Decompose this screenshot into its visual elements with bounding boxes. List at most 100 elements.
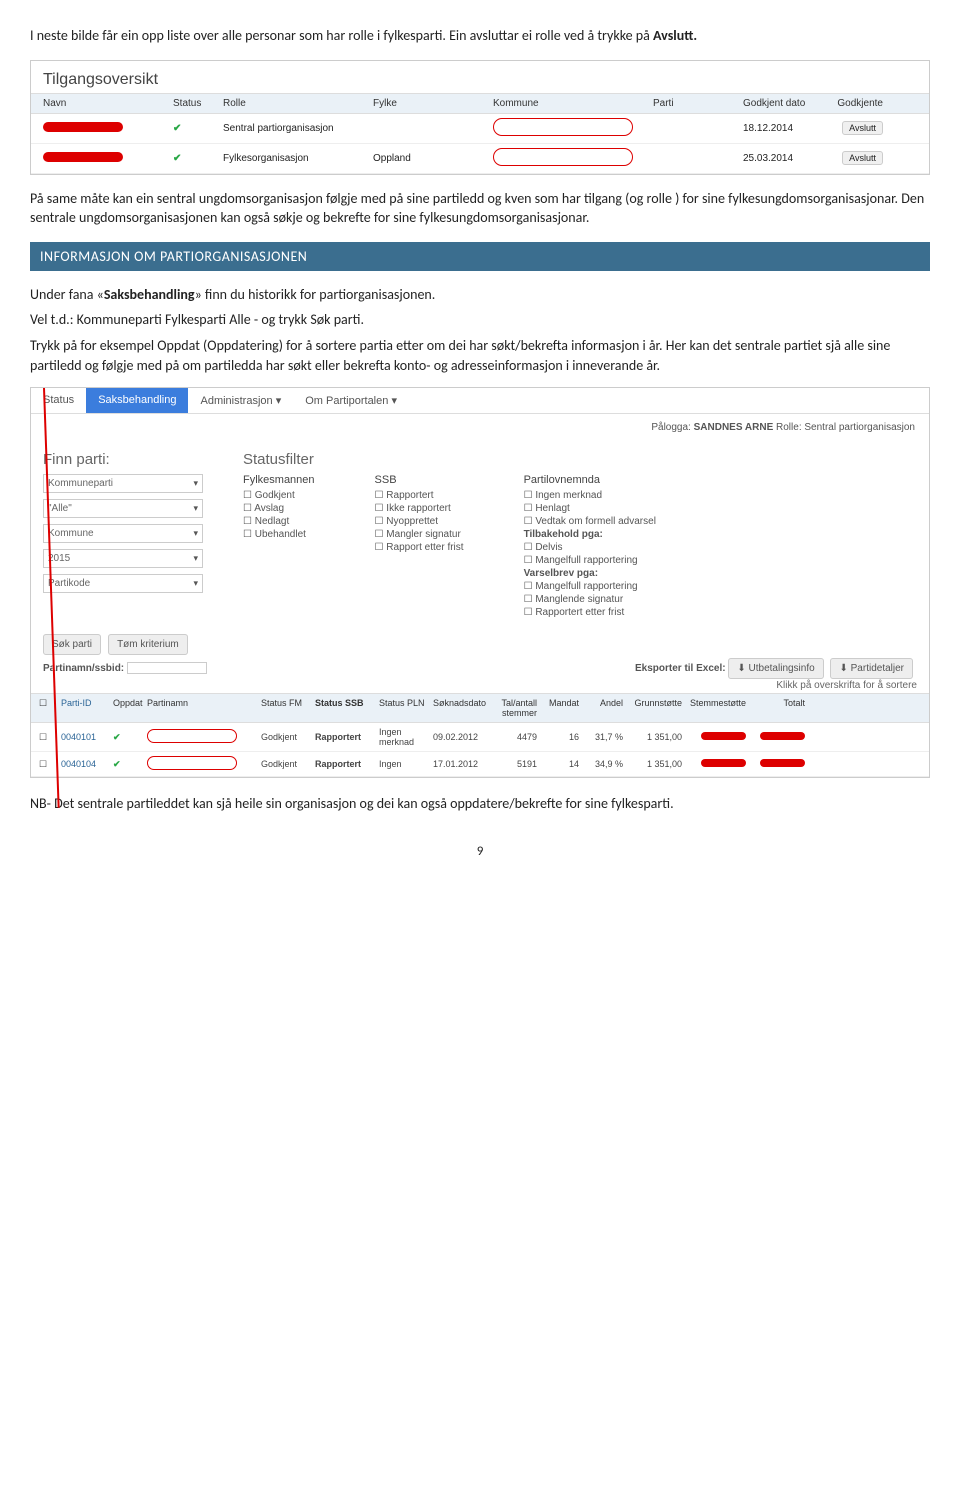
th-partinamn[interactable]: Partinamn xyxy=(147,698,257,718)
cell-tal: 5191 xyxy=(497,759,537,769)
redacted xyxy=(760,732,805,740)
subheading-varselbrev: Varselbrev pga: xyxy=(524,568,656,579)
th-rolle[interactable]: Rolle xyxy=(223,98,373,109)
th-status-ssb[interactable]: Status SSB xyxy=(315,698,375,718)
filter-row: Finn parti: Kommuneparti "Alle" Kommune … xyxy=(31,441,929,630)
select-fylke[interactable]: "Alle" xyxy=(43,499,203,518)
fylkesmannen-col: Fylkesmannen Godkjent Avslag Nedlagt Ube… xyxy=(243,474,315,620)
checkbox-henlagt[interactable]: Henlagt xyxy=(524,503,656,514)
select-value: 2015 xyxy=(48,553,70,564)
partinamn-label: Partinamn/ssbid: xyxy=(43,663,124,674)
partinamn-input[interactable] xyxy=(127,662,207,674)
check-icon: ✔ xyxy=(173,123,181,134)
login-info: Pålogga: SANDNES ARNE Rolle: Sentral par… xyxy=(31,414,929,441)
text: I neste bilde får ein opp liste over all… xyxy=(30,27,653,44)
th-kommune[interactable]: Kommune xyxy=(493,98,653,109)
tab-saksbehandling[interactable]: Saksbehandling xyxy=(86,388,188,413)
tab-label: Om Partiportalen xyxy=(305,395,388,407)
search-button-row: Søk parti Tøm kriterium xyxy=(31,630,929,658)
cell-dato: 18.12.2014 xyxy=(743,123,823,134)
tab-bar: Status Saksbehandling Administrasjon ▾ O… xyxy=(31,388,929,414)
btn-label: Partidetaljer xyxy=(851,663,904,674)
th-mandat[interactable]: Mandat xyxy=(541,698,579,718)
checkbox-rapportert[interactable]: Rapportert xyxy=(375,490,464,501)
avslutt-button[interactable]: Avslutt xyxy=(842,151,883,165)
export-row: Partinamn/ssbid: Eksporter til Excel: ⬇ … xyxy=(31,658,929,678)
table-row: ☐ 0040104 ✔ Godkjent Rapportert Ingen 17… xyxy=(31,752,929,777)
tab-om-partiportalen[interactable]: Om Partiportalen ▾ xyxy=(293,388,409,413)
redacted-oval xyxy=(493,148,633,166)
paragraph-6: NB- Det sentrale partileddet kan sjå hei… xyxy=(30,794,930,814)
text-bold: Saksbehandling xyxy=(104,286,195,303)
checkbox-rapport-etter-frist[interactable]: Rapport etter frist xyxy=(375,542,464,553)
th-totalt[interactable]: Totalt xyxy=(750,698,805,718)
cell-man: 16 xyxy=(541,732,579,742)
th-dato[interactable]: Godkjent dato xyxy=(743,98,823,109)
checkbox-ingen-merknad[interactable]: Ingen merknad xyxy=(524,490,656,501)
checkbox-nyopprettet[interactable]: Nyopprettet xyxy=(375,516,464,527)
checkbox-godkjent[interactable]: Godkjent xyxy=(243,490,315,501)
th-tal-stemmer[interactable]: Tal/antall stemmer xyxy=(497,698,537,718)
download-icon: ⬇ xyxy=(737,663,745,674)
redacted-oval xyxy=(147,756,237,770)
select-partikode[interactable]: Partikode xyxy=(43,574,203,593)
tab-status[interactable]: Status xyxy=(31,388,86,413)
checkbox-avslag[interactable]: Avslag xyxy=(243,503,315,514)
th-status-fm[interactable]: Status FM xyxy=(261,698,311,718)
role-text: Rolle: Sentral partiorganisasjon xyxy=(773,422,915,433)
checkbox-mangelfull-rapportering[interactable]: Mangelfull rapportering xyxy=(524,555,656,566)
select-value: Kommune xyxy=(48,528,94,539)
th-status-pln[interactable]: Status PLN xyxy=(379,698,429,718)
sort-hint: Klikk på overskrifta for å sortere xyxy=(31,678,929,693)
ssb-col: SSB Rapportert Ikke rapportert Nyopprett… xyxy=(375,474,464,620)
cell-fylke: Oppland xyxy=(373,153,493,164)
th-navn[interactable]: Navn xyxy=(43,98,173,109)
page-number: 9 xyxy=(30,844,930,859)
th-parti[interactable]: Parti xyxy=(653,98,743,109)
checkbox-nedlagt[interactable]: Nedlagt xyxy=(243,516,315,527)
select-year[interactable]: 2015 xyxy=(43,549,203,568)
col-heading: SSB xyxy=(375,474,464,486)
select-kommune[interactable]: Kommune xyxy=(43,524,203,543)
cell-and: 34,9 % xyxy=(583,759,623,769)
th-status[interactable]: Status xyxy=(173,98,223,109)
checkbox-ubehandlet[interactable]: Ubehandlet xyxy=(243,529,315,540)
tom-kriterium-button[interactable]: Tøm kriterium xyxy=(108,634,188,655)
export-utbetalingsinfo-button[interactable]: ⬇ Utbetalingsinfo xyxy=(728,658,823,679)
th-soknadsdato[interactable]: Søknadsdato xyxy=(433,698,493,718)
checkbox-mangelfull-rapportering-2[interactable]: Mangelfull rapportering xyxy=(524,581,656,592)
data-table-header: ☐ Parti-ID Oppdat. Partinamn Status FM S… xyxy=(31,693,929,723)
app-screenshot: Status Saksbehandling Administrasjon ▾ O… xyxy=(30,387,930,778)
export-partidetaljer-button[interactable]: ⬇ Partidetaljer xyxy=(830,658,913,679)
th-stemmestotte[interactable]: Stemmestøtte xyxy=(686,698,746,718)
cell-id[interactable]: 0040101 xyxy=(61,732,109,742)
th-fylke[interactable]: Fylke xyxy=(373,98,493,109)
cell-dato: 09.02.2012 xyxy=(433,732,493,742)
th-godkjente[interactable]: Godkjente xyxy=(823,98,883,109)
tab-administrasjon[interactable]: Administrasjon ▾ xyxy=(188,388,293,413)
redacted-name xyxy=(43,122,123,132)
finn-parti-title: Finn parti: xyxy=(43,451,223,468)
table-header: Navn Status Rolle Fylke Kommune Parti Go… xyxy=(31,93,929,114)
cell-id[interactable]: 0040104 xyxy=(61,759,109,769)
row-checkbox[interactable]: ☐ xyxy=(39,759,57,770)
cell-grn: 1 351,00 xyxy=(627,732,682,742)
avslutt-button[interactable]: Avslutt xyxy=(842,121,883,135)
th-andel[interactable]: Andel xyxy=(583,698,623,718)
checkbox-delvis[interactable]: Delvis xyxy=(524,542,656,553)
select-partitype[interactable]: Kommuneparti xyxy=(43,474,203,493)
subheading-tilbakehold: Tilbakehold pga: xyxy=(524,529,656,540)
select-value: Kommuneparti xyxy=(48,478,113,489)
th-oppdat[interactable]: Oppdat. xyxy=(113,698,143,718)
checkbox-ikke-rapportert[interactable]: Ikke rapportert xyxy=(375,503,464,514)
username: SANDNES ARNE xyxy=(694,422,774,433)
cell-rolle: Sentral partiorganisasjon xyxy=(223,123,373,134)
checkbox-mangler-signatur[interactable]: Mangler signatur xyxy=(375,529,464,540)
checkbox-rapportert-etter-frist[interactable]: Rapportert etter frist xyxy=(524,607,656,618)
checkbox-vedtak[interactable]: Vedtak om formell advarsel xyxy=(524,516,656,527)
cell-rolle: Fylkesorganisasjon xyxy=(223,153,373,164)
check-icon: ✔ xyxy=(113,759,121,769)
th-grunnstotte[interactable]: Grunnstøtte xyxy=(627,698,682,718)
th-parti-id[interactable]: Parti-ID xyxy=(61,698,109,718)
checkbox-manglende-signatur[interactable]: Manglende signatur xyxy=(524,594,656,605)
